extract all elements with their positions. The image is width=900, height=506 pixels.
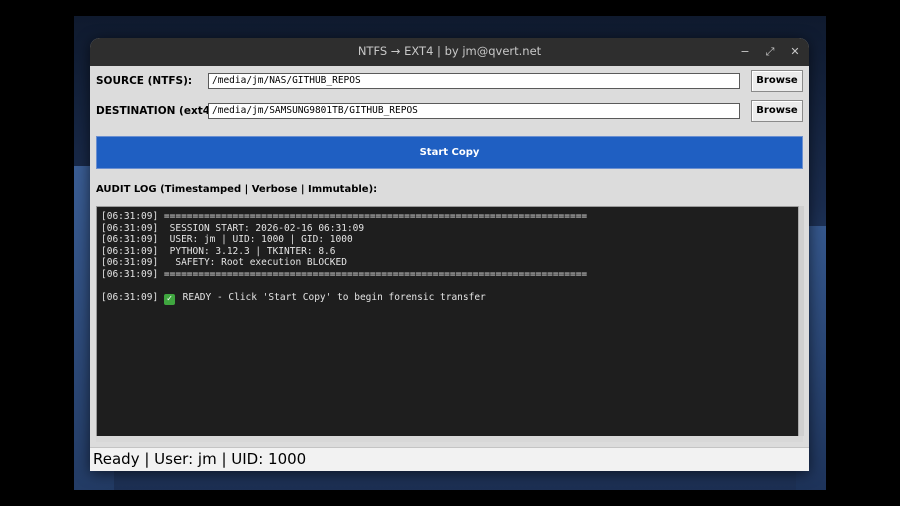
log-line: [06:31:09] PYTHON: 3.12.3 | TKINTER: 8.6 [101,245,336,257]
source-browse-button[interactable]: Browse [751,70,803,92]
log-line: [06:31:09] =============================… [101,268,588,280]
log-line: [06:31:09] SESSION START: 2026-02-16 06:… [101,222,365,234]
status-bar: Ready | User: jm | UID: 1000 [90,447,809,471]
log-line: [06:31:09] =============================… [101,211,588,222]
ready-message: READY - Click 'Start Copy' to begin fore… [176,292,486,303]
check-mark-icon: ✓ [163,294,175,305]
source-path-input[interactable]: /media/jm/NAS/GITHUB_REPOS [208,73,740,89]
source-label: SOURCE (NTFS): [96,75,193,87]
maximize-icon[interactable]: ⤢ [761,43,779,61]
log-line: [06:31:09] USER: jm | UID: 1000 | GID: 1… [101,234,353,245]
ready-timestamp: [06:31:09] [101,292,164,303]
title-bar[interactable]: NTFS → EXT4 | by jm@qvert.net − ⤢ ✕ [90,38,809,66]
audit-log-textarea[interactable]: [06:31:09] =============================… [96,206,799,436]
destination-browse-button[interactable]: Browse [751,100,803,122]
destination-path-input[interactable]: /media/jm/SAMSUNG9801TB/GITHUB_REPOS [208,103,740,119]
log-line: [06:31:09] SAFETY: Root execution BLOCKE… [101,257,347,268]
start-copy-button[interactable]: Start Copy [96,136,803,169]
log-line-ready: [06:31:09] ✓ READY - Click 'Start Copy' … [101,292,486,305]
audit-log-resize-grip[interactable] [96,436,803,442]
close-icon[interactable]: ✕ [786,43,804,61]
audit-log-label: AUDIT LOG (Timestamped | Verbose | Immut… [96,184,378,195]
window-title: NTFS → EXT4 | by jm@qvert.net [357,44,542,58]
app-window: NTFS → EXT4 | by jm@qvert.net − ⤢ ✕ SOUR… [90,38,809,471]
minimize-icon[interactable]: − [736,43,754,61]
destination-label: DESTINATION (ext4): [96,105,220,117]
audit-log-scrollbar[interactable] [798,206,804,436]
status-text: Ready | User: jm | UID: 1000 [93,450,307,468]
